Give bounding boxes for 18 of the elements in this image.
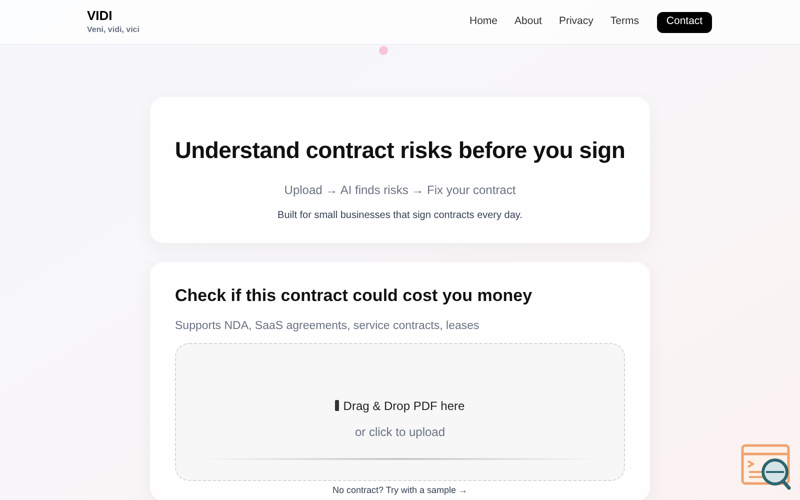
note-text: Built for small businesses that sign contracts every day. — [278, 208, 522, 222]
sample-link[interactable]: No contract? Try with a sample → — [332, 484, 468, 498]
nav-link[interactable]: Terms — [610, 14, 639, 30]
dropzone[interactable]: Drag & Drop PDF here or click to upload — [175, 342, 625, 481]
steps-text: Upload → AI finds risks → Fix your contract — [284, 182, 516, 198]
nav-link[interactable]: Home — [470, 14, 498, 30]
tagline: Veni, vidi, vici — [87, 24, 140, 36]
contact-button[interactable]: Contact — [657, 12, 712, 32]
dropzone-hint: or click to upload — [354, 424, 446, 441]
brand-logo[interactable]: VIDI — [87, 8, 140, 24]
section-title: Check if this contract could cost you money — [175, 285, 534, 307]
nav-link[interactable]: About — [514, 14, 542, 30]
review-icon[interactable] — [741, 444, 791, 490]
hero-title: Understand contract risks before you sign — [174, 136, 626, 165]
dropzone-prompt: Drag & Drop PDF here — [343, 398, 465, 415]
nav-link[interactable]: Privacy — [558, 14, 594, 30]
document-icon — [335, 400, 340, 412]
section-subtitle: Supports NDA, SaaS agreements, service contracts, leases — [175, 318, 480, 334]
